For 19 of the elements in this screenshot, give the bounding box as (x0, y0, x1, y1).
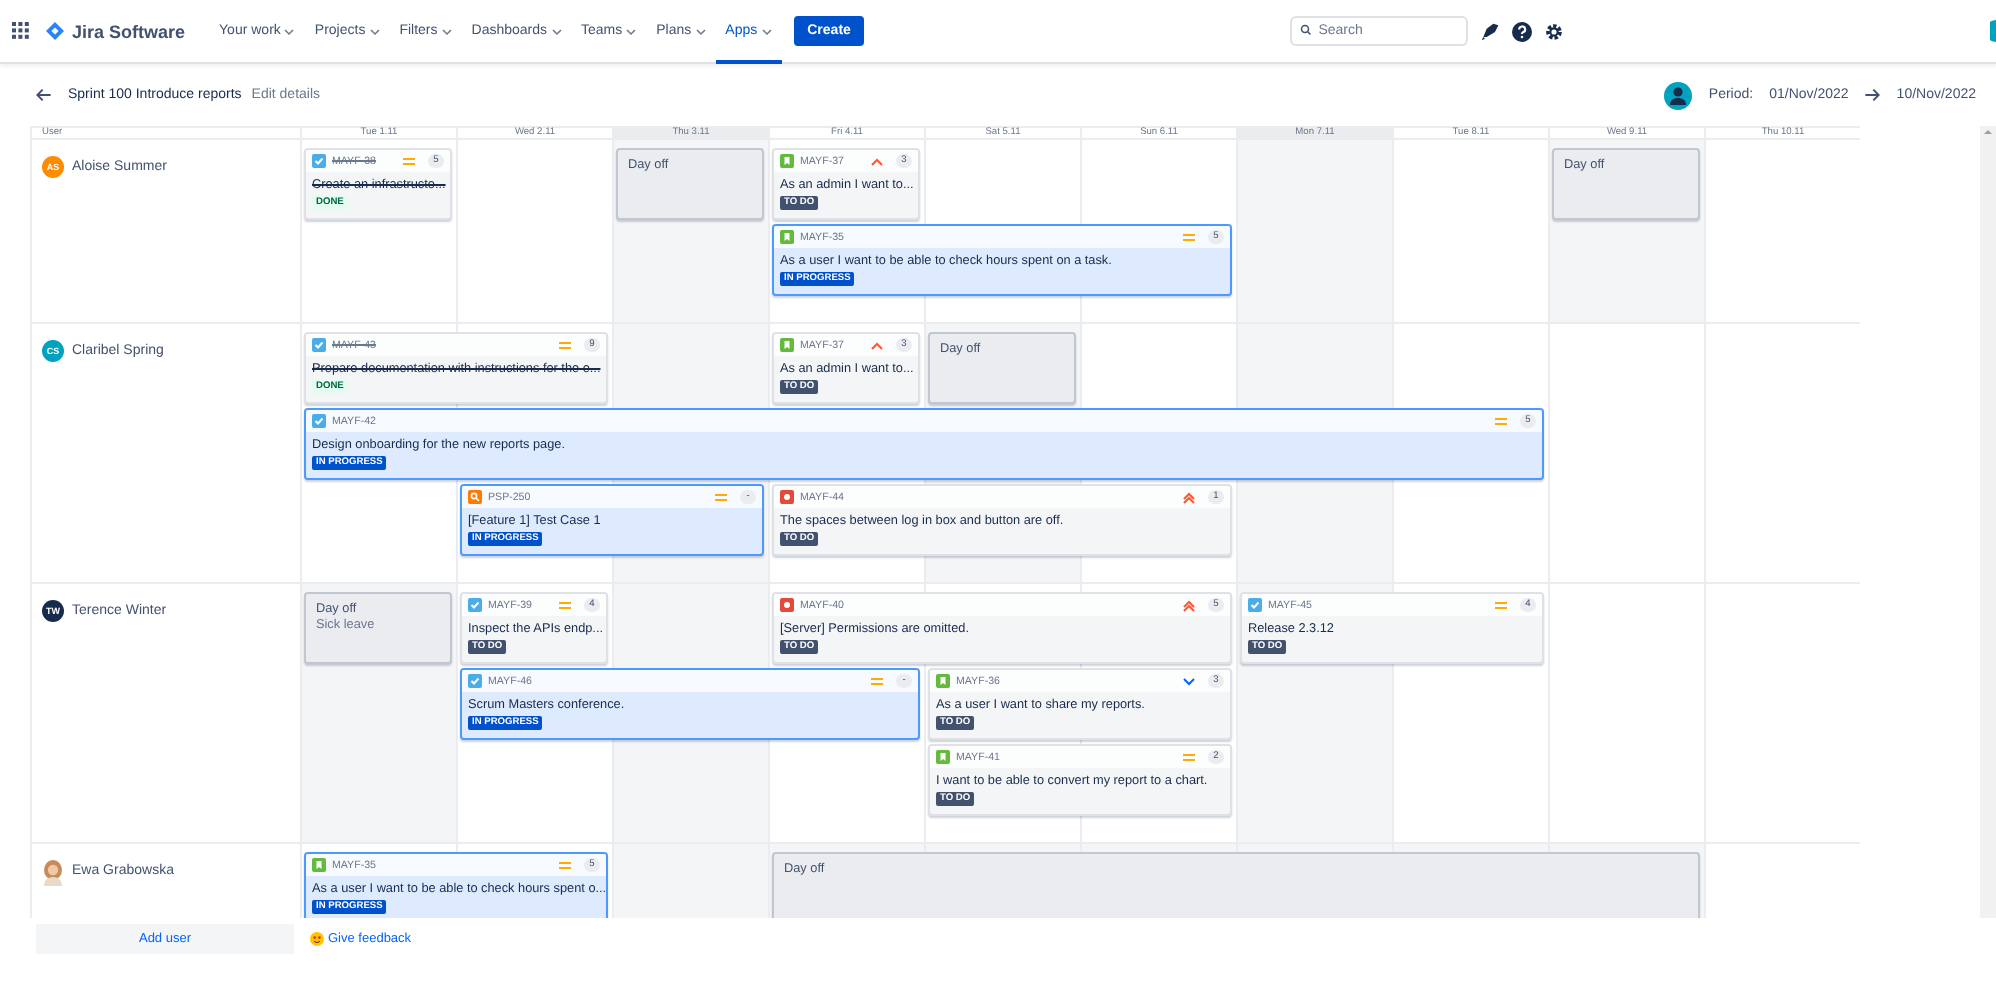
chevron-icon (284, 27, 295, 35)
chevron-icon (626, 27, 637, 35)
back-arrow-icon[interactable] (36, 88, 52, 102)
chevron-icon (441, 27, 452, 35)
chevron-icon (695, 27, 706, 35)
chevron-icon (369, 27, 380, 35)
chevron-icon (551, 27, 562, 35)
product-name: Jira Software (72, 21, 186, 41)
chevron-icon (761, 27, 772, 35)
user-avatar-icon[interactable] (1664, 81, 1693, 109)
smiley-icon (310, 931, 324, 945)
diamond-logo-icon (46, 22, 64, 40)
app-grid-icon[interactable] (12, 22, 30, 40)
profile-avatar-icon[interactable] (1989, 20, 1996, 42)
search-icon (1300, 24, 1313, 36)
arrow-right-icon (1864, 88, 1881, 102)
settings-icon[interactable] (1544, 21, 1565, 41)
help-icon[interactable] (1512, 21, 1533, 41)
user-avatar (42, 860, 64, 886)
